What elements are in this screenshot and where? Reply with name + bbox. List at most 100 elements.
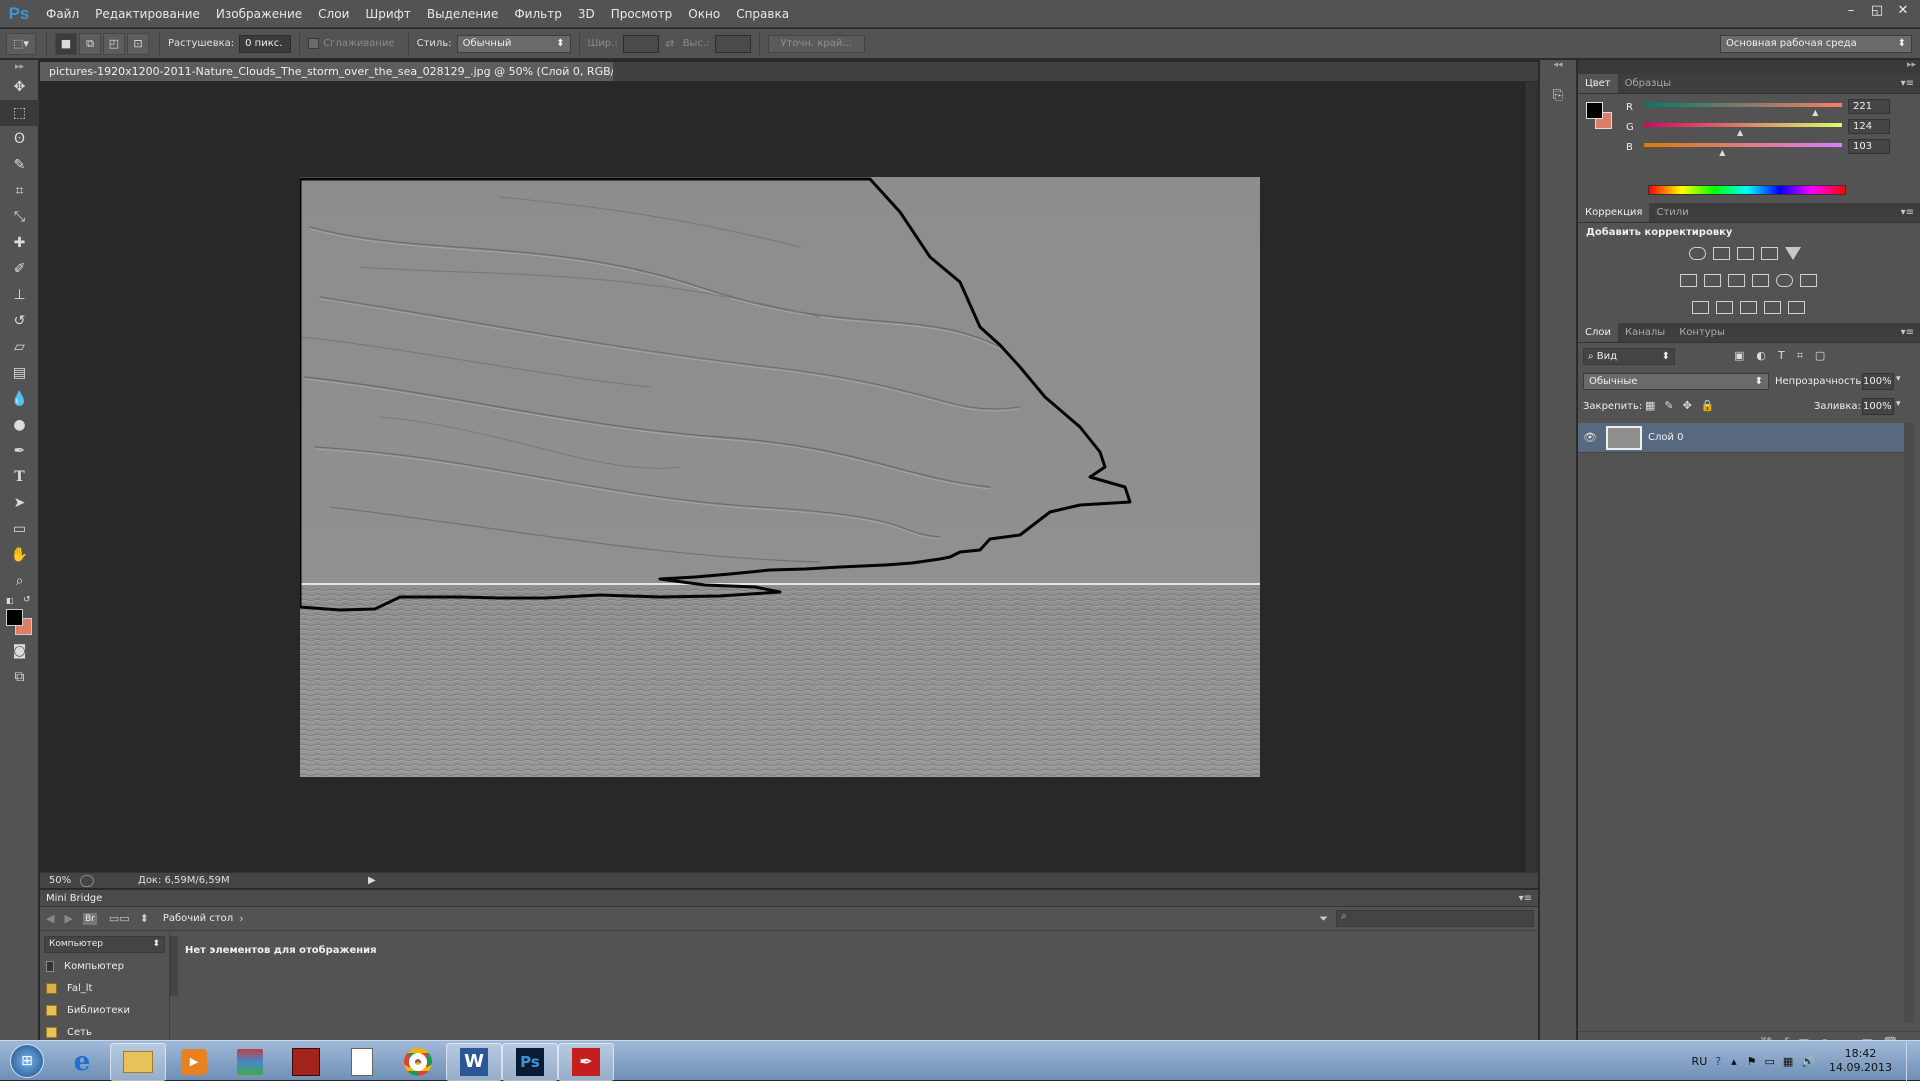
quick-select-tool-icon[interactable]: ✎ xyxy=(0,152,39,178)
layer-name[interactable]: Слой 0 xyxy=(1648,432,1684,443)
clock[interactable]: 18:42 14.09.2013 xyxy=(1829,1047,1892,1075)
tab-layers[interactable]: Слои xyxy=(1578,323,1618,342)
fill-dropdown-icon[interactable]: ▾ xyxy=(1896,399,1901,409)
rectangle-tool-icon[interactable]: ▭ xyxy=(0,516,39,542)
battery-icon[interactable]: ▭ xyxy=(1765,1055,1775,1068)
brightness-icon[interactable] xyxy=(1689,247,1706,260)
language-indicator[interactable]: RU xyxy=(1692,1055,1708,1068)
slider-thumb-icon[interactable]: ▲ xyxy=(1737,128,1743,137)
forward-arrow-icon[interactable]: ▶ xyxy=(64,912,72,925)
status-menu-arrow-icon[interactable]: ▶ xyxy=(368,875,376,886)
new-selection-icon[interactable]: ■ xyxy=(55,32,77,55)
tab-color[interactable]: Цвет xyxy=(1578,74,1618,93)
start-button[interactable]: ⊞ xyxy=(0,1041,54,1081)
curves-icon[interactable] xyxy=(1737,247,1754,260)
fill-input[interactable]: 100% xyxy=(1862,398,1894,415)
tree-item[interactable]: Библиотеки xyxy=(40,999,169,1021)
visibility-eye-icon[interactable]: 👁 xyxy=(1578,431,1602,444)
zoom-tool-icon[interactable]: ⌕ xyxy=(0,568,39,594)
intersect-selection-icon[interactable]: ⊡ xyxy=(127,32,149,55)
minimize-button[interactable]: – xyxy=(1838,2,1864,20)
color-spectrum-bar[interactable] xyxy=(1648,185,1846,195)
word-taskbar-button[interactable]: W xyxy=(446,1042,502,1081)
back-arrow-icon[interactable]: ◀ xyxy=(46,912,54,925)
tab-swatches[interactable]: Образцы xyxy=(1618,74,1679,93)
opacity-dropdown-icon[interactable]: ▾ xyxy=(1896,374,1901,384)
screen-mode-icon[interactable]: ⧉ xyxy=(0,664,39,690)
black-white-icon[interactable] xyxy=(1728,274,1745,287)
threshold-icon[interactable] xyxy=(1740,301,1757,314)
color-lookup-icon[interactable] xyxy=(1800,274,1817,287)
style-select[interactable]: Обычный ⬍ xyxy=(456,34,571,53)
media-player-taskbar-button[interactable]: ▶ xyxy=(166,1043,222,1081)
tab-paths[interactable]: Контуры xyxy=(1672,323,1732,342)
document-tab[interactable]: pictures-1920x1200-2011-Nature_Clouds_Th… xyxy=(40,62,613,81)
menu-2[interactable]: Изображение xyxy=(208,0,310,28)
channel-value-input[interactable]: 124 xyxy=(1848,119,1890,134)
workspace-select[interactable]: Основная рабочая среда ⬍ xyxy=(1720,34,1912,53)
quick-mask-icon[interactable]: ◙ xyxy=(0,638,39,664)
menu-4[interactable]: Шрифт xyxy=(357,0,419,28)
blur-tool-icon[interactable]: 💧 xyxy=(0,386,39,412)
posterize-icon[interactable] xyxy=(1716,301,1733,314)
foreground-color-swatch[interactable] xyxy=(6,609,23,626)
tab-styles[interactable]: Стили xyxy=(1649,203,1695,222)
menu-10[interactable]: Справка xyxy=(728,0,797,28)
tree-item[interactable]: Компьютер xyxy=(40,955,169,977)
hand-tool-icon[interactable]: ✋ xyxy=(0,542,39,568)
dodge-tool-icon[interactable]: ● xyxy=(0,412,39,438)
lock-icons[interactable]: ▦✎✥🔒 xyxy=(1645,399,1724,412)
tree-item[interactable]: Fal_lt xyxy=(40,977,169,999)
channel-slider[interactable] xyxy=(1644,143,1842,147)
selective-color-icon[interactable] xyxy=(1764,301,1781,314)
menu-9[interactable]: Окно xyxy=(680,0,728,28)
hue-saturation-icon[interactable] xyxy=(1680,274,1697,287)
network-icon[interactable]: ▦ xyxy=(1783,1055,1793,1068)
collapse-toolbar-icon[interactable]: ▸▸ xyxy=(0,60,39,74)
default-colors-icon[interactable]: ◧ xyxy=(6,596,14,605)
marquee-preset-icon[interactable]: ⬚▾ xyxy=(6,32,36,55)
exposure-icon[interactable] xyxy=(1761,247,1778,260)
dota-taskbar-button[interactable] xyxy=(278,1043,334,1081)
height-input[interactable] xyxy=(714,34,751,53)
menu-3[interactable]: Слои xyxy=(310,0,357,28)
bridge-br-icon[interactable]: Br xyxy=(82,912,97,925)
pen-tool-icon[interactable]: ✒ xyxy=(0,438,39,464)
sort-icon[interactable]: ⬍ xyxy=(140,912,149,925)
volume-icon[interactable]: 🔊 xyxy=(1801,1055,1815,1068)
channel-slider[interactable] xyxy=(1644,103,1842,107)
breadcrumb-chevron-icon[interactable]: › xyxy=(239,912,243,925)
swap-colors-icon[interactable]: ↺ xyxy=(23,595,31,605)
eyedropper-tool-icon[interactable]: ⤡ xyxy=(0,204,39,230)
close-button[interactable]: ✕ xyxy=(1890,2,1916,20)
menu-0[interactable]: Файл xyxy=(38,0,87,28)
photo-filter-icon[interactable] xyxy=(1752,274,1769,287)
slider-thumb-icon[interactable]: ▲ xyxy=(1812,108,1818,117)
lasso-tool-icon[interactable]: ʘ xyxy=(0,126,39,152)
help-icon[interactable]: ? xyxy=(1715,1055,1721,1068)
panel-menu-icon[interactable]: ▾≡ xyxy=(1901,207,1914,218)
panel-menu-icon[interactable]: ▾≡ xyxy=(1901,327,1914,338)
photoshop-taskbar-button[interactable]: Ps xyxy=(502,1042,558,1081)
channel-value-input[interactable]: 103 xyxy=(1848,139,1890,154)
ie-taskbar-button[interactable]: e xyxy=(54,1043,110,1081)
healing-brush-tool-icon[interactable]: ✚ xyxy=(0,230,39,256)
foreground-color-swatch[interactable] xyxy=(1586,102,1603,119)
opacity-input[interactable]: 100% xyxy=(1862,373,1894,390)
channel-mixer-icon[interactable] xyxy=(1776,274,1793,287)
width-input[interactable] xyxy=(622,34,659,53)
menu-5[interactable]: Выделение xyxy=(419,0,506,28)
source-select[interactable]: Компьютер ⬍ xyxy=(44,936,165,953)
show-desktop-button[interactable] xyxy=(1906,1041,1920,1081)
eraser-tool-icon[interactable]: ▱ xyxy=(0,334,39,360)
invert-icon[interactable] xyxy=(1692,301,1709,314)
panel-menu-icon[interactable]: ▾≡ xyxy=(1901,78,1914,89)
document-image[interactable] xyxy=(300,177,1260,777)
gradient-map-icon[interactable] xyxy=(1788,301,1805,314)
layer-row[interactable]: 👁 Слой 0 xyxy=(1578,423,1904,453)
channel-value-input[interactable]: 221 xyxy=(1848,99,1890,114)
slider-thumb-icon[interactable]: ▲ xyxy=(1719,148,1725,157)
move-tool-icon[interactable]: ✥ xyxy=(0,74,39,100)
crop-tool-icon[interactable]: ⌗ xyxy=(0,178,39,204)
vibrance-icon[interactable] xyxy=(1785,247,1801,260)
